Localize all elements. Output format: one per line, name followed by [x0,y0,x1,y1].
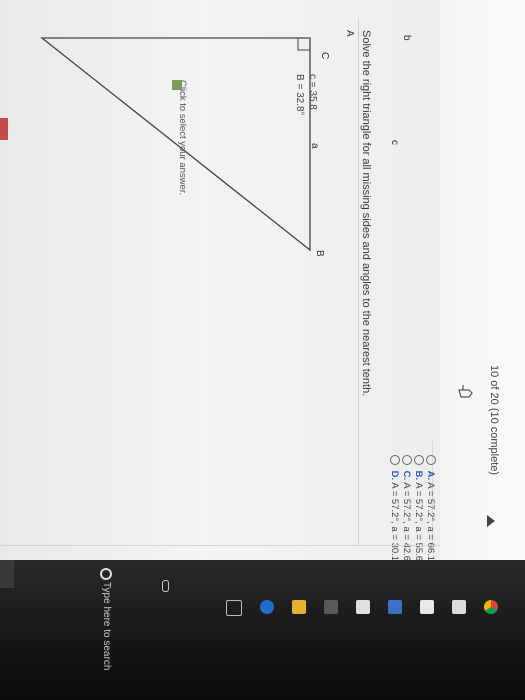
radio-button-a[interactable] [425,455,436,465]
section-divider [358,20,359,545]
given-b-angle: B = 32.8° [294,74,305,116]
vertex-c-label: C [319,52,330,60]
mail-icon[interactable] [356,600,370,614]
radio-button-b[interactable] [413,455,424,465]
radio-button-d[interactable] [389,455,400,465]
red-tab [0,118,8,140]
side-b-label: b [401,35,412,41]
app-b-icon[interactable] [388,600,402,614]
chrome-icon[interactable] [484,600,498,614]
chevron-down-icon[interactable] [487,515,495,527]
store-icon[interactable] [324,600,338,614]
question-prompt: Solve the right triangle for all missing… [360,30,372,397]
hand-cursor-icon [458,385,473,398]
answer-marker-icon [172,80,182,90]
radio-button-c[interactable] [401,455,412,465]
start-button-edge[interactable] [0,560,14,588]
footer-rule [0,545,440,546]
screen: 10 of 20 (10 complete) Solve the right t… [0,0,525,700]
task-view-icon[interactable] [226,600,242,616]
vertex-b-label: B [314,250,325,257]
photo-stage: 10 of 20 (10 complete) Solve the right t… [0,0,525,700]
given-c: c = 35.8 [307,74,318,110]
taskbar-search[interactable]: Type here to search [101,582,112,670]
edge-browser-icon[interactable] [260,600,274,614]
file-explorer-icon[interactable] [292,600,306,614]
app-a-icon[interactable] [420,600,434,614]
click-hint: Click to select your answer. [177,80,188,196]
side-c-label: c [389,140,400,145]
vertex-a-label: A [344,30,355,37]
windows-taskbar [0,560,525,700]
microphone-icon[interactable] [162,580,169,592]
app-arrow-icon[interactable] [452,600,466,614]
side-a-label: a [309,143,320,149]
right-triangle-figure [40,37,311,252]
progress-text: 10 of 20 (10 complete) [488,365,500,476]
search-icon [100,568,112,580]
